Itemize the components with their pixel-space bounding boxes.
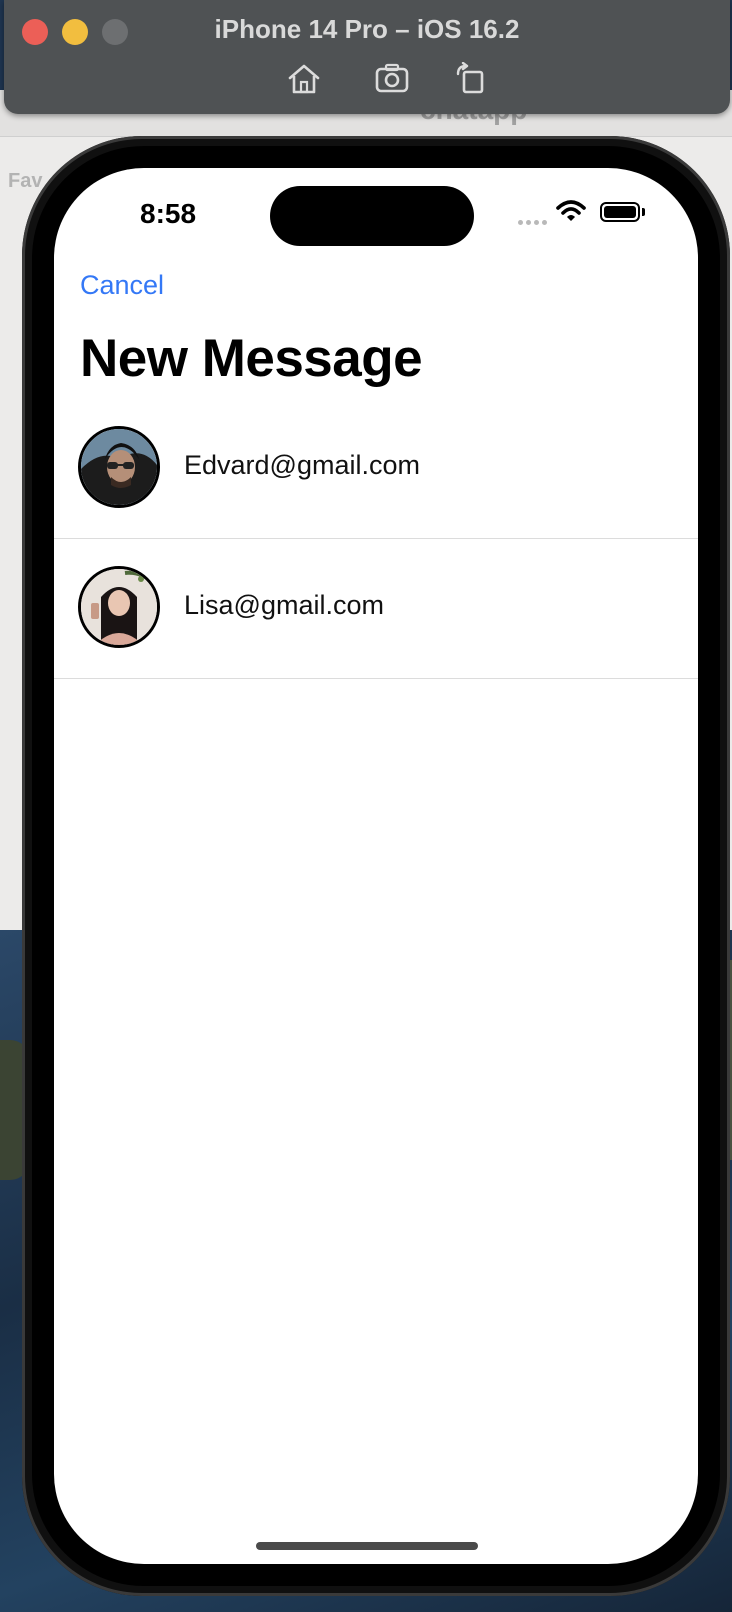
battery-icon — [600, 202, 640, 222]
dynamic-island — [270, 186, 474, 246]
wifi-icon — [556, 200, 586, 221]
battery-tip — [642, 208, 645, 216]
contact-email: Lisa@gmail.com — [184, 590, 384, 620]
simulator-title-bar: iPhone 14 Pro – iOS 16.2 — [4, 0, 730, 114]
home-icon[interactable] — [286, 62, 322, 96]
simulator-title: iPhone 14 Pro – iOS 16.2 — [214, 14, 520, 44]
cancel-button[interactable]: Cancel — [80, 270, 164, 301]
home-indicator[interactable] — [256, 1542, 478, 1550]
page-title: New Message — [80, 329, 423, 388]
screenshot-icon[interactable] — [374, 62, 410, 96]
status-time: 8:58 — [140, 198, 197, 229]
avatar-edvard — [78, 426, 160, 508]
cellular-signal-icon — [518, 212, 550, 230]
contact-row[interactable]: Lisa@gmail.com — [54, 538, 698, 679]
contact-email: Edvard@gmail.com — [184, 450, 420, 480]
iphone-screen: 8:58 Cancel New Message Edvard@gmail.com — [54, 168, 698, 1564]
background-sidebar-label: Fav — [8, 170, 43, 192]
avatar-lisa — [78, 566, 160, 648]
rotate-icon[interactable] — [454, 62, 490, 96]
contact-row[interactable]: Edvard@gmail.com — [54, 398, 698, 539]
